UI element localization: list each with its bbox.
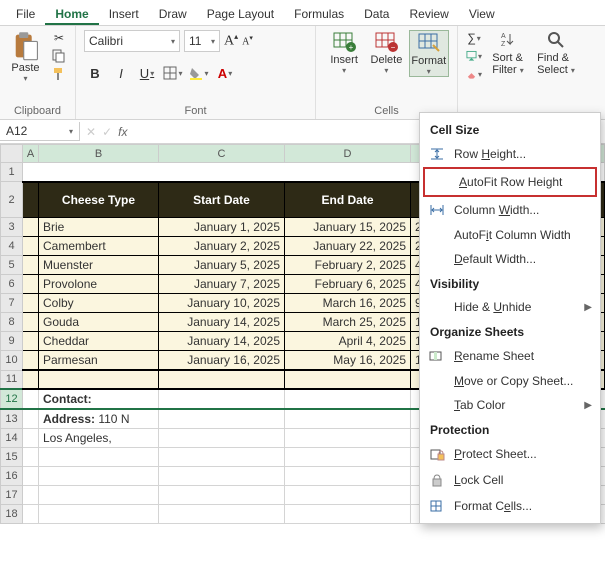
tab-home[interactable]: Home	[45, 4, 98, 25]
menu-tab-color[interactable]: Tab Color▶	[420, 393, 600, 417]
protect-sheet-icon	[428, 446, 446, 462]
chevron-down-icon: ▾	[23, 74, 27, 83]
menu-column-width[interactable]: Column Width...	[420, 197, 600, 223]
paste-button[interactable]: Paste ▾	[8, 30, 43, 83]
underline-button[interactable]: U▾	[136, 62, 158, 84]
delete-cells-button[interactable]: − Delete▾	[366, 30, 406, 77]
fx-icon[interactable]: fx	[118, 125, 127, 139]
chevron-right-icon: ▶	[584, 302, 592, 313]
find-select-icon	[546, 30, 566, 50]
menu-row-height[interactable]: Row Height...	[420, 141, 600, 167]
menu-move-copy-sheet[interactable]: Move or Copy Sheet...	[420, 369, 600, 393]
enter-formula-icon[interactable]: ✓	[102, 125, 112, 139]
sort-filter-button[interactable]: AZ Sort &Filter ▾	[486, 30, 530, 82]
group-editing: ∑▾ ▾ ▾ AZ Sort &Filter ▾ Find &Select ▾	[458, 26, 590, 119]
row-height-icon	[428, 146, 446, 162]
menu-section-organize: Organize Sheets	[420, 319, 600, 343]
svg-text:−: −	[391, 43, 396, 52]
group-clipboard-label: Clipboard	[8, 103, 67, 117]
fill-icon[interactable]: ▾	[466, 48, 482, 64]
ribbon-tabs: File Home Insert Draw Page Layout Formul…	[0, 0, 605, 26]
name-box[interactable]: A12▾	[0, 122, 80, 141]
svg-text:Z: Z	[501, 41, 506, 48]
font-name-select[interactable]: Calibri▾	[84, 30, 180, 52]
lock-icon	[428, 472, 446, 488]
group-clipboard: Paste ▾ ✂ Clipboard	[0, 26, 76, 119]
format-painter-icon[interactable]	[51, 66, 67, 82]
tab-draw[interactable]: Draw	[149, 4, 197, 25]
group-font: Calibri▾ 11▾ A▴ A▾ B I U▾ ▾ ▾ A▾ Font	[76, 26, 316, 119]
group-cells: + Insert▾ − Delete▾ Format▾ Cells	[316, 26, 458, 119]
menu-rename-sheet[interactable]: Rename Sheet	[420, 343, 600, 369]
autosum-icon[interactable]: ∑▾	[466, 30, 482, 46]
format-menu: Cell Size Row Height... AutoFit Row Heig…	[419, 112, 601, 524]
format-cells-icon	[417, 31, 441, 53]
delete-cells-icon: −	[374, 30, 398, 52]
chevron-right-icon: ▶	[584, 400, 592, 411]
menu-format-cells[interactable]: Format Cells...	[420, 493, 600, 519]
copy-icon[interactable]	[51, 48, 67, 64]
find-select-button[interactable]: Find &Select ▾	[534, 30, 578, 82]
sort-filter-icon: AZ	[498, 30, 518, 50]
cut-icon[interactable]: ✂	[51, 30, 67, 46]
ribbon: Paste ▾ ✂ Clipboard Calibri▾ 11▾ A▴ A▾ B…	[0, 26, 605, 120]
insert-cells-icon: +	[332, 30, 356, 52]
decrease-font-icon[interactable]: A▾	[242, 34, 253, 47]
menu-autofit-column-width[interactable]: AutoFit Column Width	[420, 223, 600, 247]
cancel-formula-icon[interactable]: ✕	[86, 125, 96, 139]
tab-view[interactable]: View	[459, 4, 505, 25]
menu-section-visibility: Visibility	[420, 271, 600, 295]
tab-formulas[interactable]: Formulas	[284, 4, 354, 25]
format-cells-icon	[428, 498, 446, 514]
menu-section-protection: Protection	[420, 417, 600, 441]
tab-review[interactable]: Review	[399, 4, 458, 25]
format-cells-button[interactable]: Format▾	[409, 30, 449, 77]
menu-autofit-row-height[interactable]: AutoFit Row Height	[423, 167, 597, 197]
italic-button[interactable]: I	[110, 62, 132, 84]
tab-file[interactable]: File	[6, 4, 45, 25]
insert-cells-button[interactable]: + Insert▾	[324, 30, 364, 77]
font-color-button[interactable]: A▾	[214, 62, 236, 84]
column-width-icon	[428, 202, 446, 218]
paste-icon	[12, 30, 40, 62]
svg-text:+: +	[349, 43, 354, 52]
bold-button[interactable]: B	[84, 62, 106, 84]
menu-default-width[interactable]: Default Width...	[420, 247, 600, 271]
rename-sheet-icon	[428, 348, 446, 364]
tab-data[interactable]: Data	[354, 4, 399, 25]
menu-lock-cell[interactable]: Lock Cell	[420, 467, 600, 493]
border-button[interactable]: ▾	[162, 62, 184, 84]
font-size-select[interactable]: 11▾	[184, 30, 220, 52]
increase-font-icon[interactable]: A▴	[224, 32, 238, 50]
tab-insert[interactable]: Insert	[99, 4, 149, 25]
svg-text:A: A	[501, 33, 506, 40]
group-font-label: Font	[84, 103, 307, 117]
menu-protect-sheet[interactable]: Protect Sheet...	[420, 441, 600, 467]
menu-hide-unhide[interactable]: Hide & Unhide▶	[420, 295, 600, 319]
clear-icon[interactable]: ▾	[466, 66, 482, 82]
paste-label: Paste	[11, 62, 39, 74]
menu-section-cell-size: Cell Size	[420, 117, 600, 141]
tab-page-layout[interactable]: Page Layout	[197, 4, 284, 25]
fill-color-button[interactable]: ▾	[188, 62, 210, 84]
